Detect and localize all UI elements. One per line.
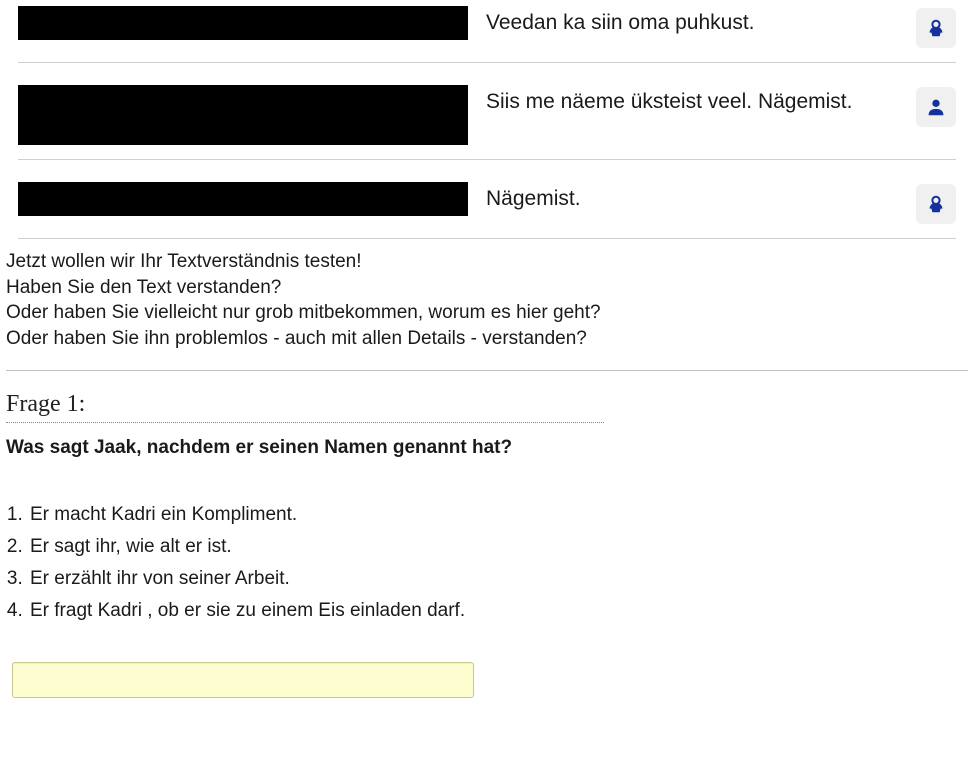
intro-line: Oder haben Sie vielleicht nur grob mitbe… xyxy=(6,300,968,326)
intro-text: Jetzt wollen wir Ihr Textverständnis tes… xyxy=(6,249,968,352)
question-prompt: Was sagt Jaak, nachdem er seinen Namen g… xyxy=(6,437,968,459)
choice-item: Er erzählt ihr von seiner Arbeit. xyxy=(28,563,968,595)
choice-list: Er macht Kadri ein Kompliment.Er sagt ih… xyxy=(28,499,968,628)
choice-item: Er fragt Kadri , ob er sie zu einem Eis … xyxy=(28,595,968,627)
utterance-text: Siis me näeme üksteist veel. Nägemist. xyxy=(486,85,900,116)
intro-line: Haben Sie den Text verstanden? xyxy=(6,275,968,301)
dialog-row: Veedan ka siin oma puhkust. xyxy=(18,0,956,63)
intro-line: Oder haben Sie ihn problemlos - auch mit… xyxy=(6,326,968,352)
male-avatar-icon xyxy=(916,87,956,127)
dialog-block: Veedan ka siin oma puhkust. Siis me näeme… xyxy=(18,0,956,239)
question-block: Frage 1: Was sagt Jaak, nachdem er seine… xyxy=(6,391,968,698)
redacted-block xyxy=(18,6,468,40)
choice-item: Er sagt ihr, wie alt er ist. xyxy=(28,531,968,563)
dialog-row: Siis me näeme üksteist veel. Nägemist. xyxy=(18,79,956,160)
section-divider xyxy=(6,370,968,371)
utterance-text: Nägemist. xyxy=(486,182,900,213)
question-title: Frage 1: xyxy=(6,391,968,418)
redacted-block xyxy=(18,85,468,145)
utterance-text: Veedan ka siin oma puhkust. xyxy=(486,6,900,37)
female-avatar-icon xyxy=(916,8,956,48)
intro-line: Jetzt wollen wir Ihr Textverständnis tes… xyxy=(6,249,968,275)
redacted-block xyxy=(18,182,468,216)
choice-item: Er macht Kadri ein Kompliment. xyxy=(28,499,968,531)
female-avatar-icon xyxy=(916,184,956,224)
dotted-divider xyxy=(6,422,604,423)
answer-input[interactable] xyxy=(12,662,474,698)
dialog-row: Nägemist. xyxy=(18,176,956,239)
